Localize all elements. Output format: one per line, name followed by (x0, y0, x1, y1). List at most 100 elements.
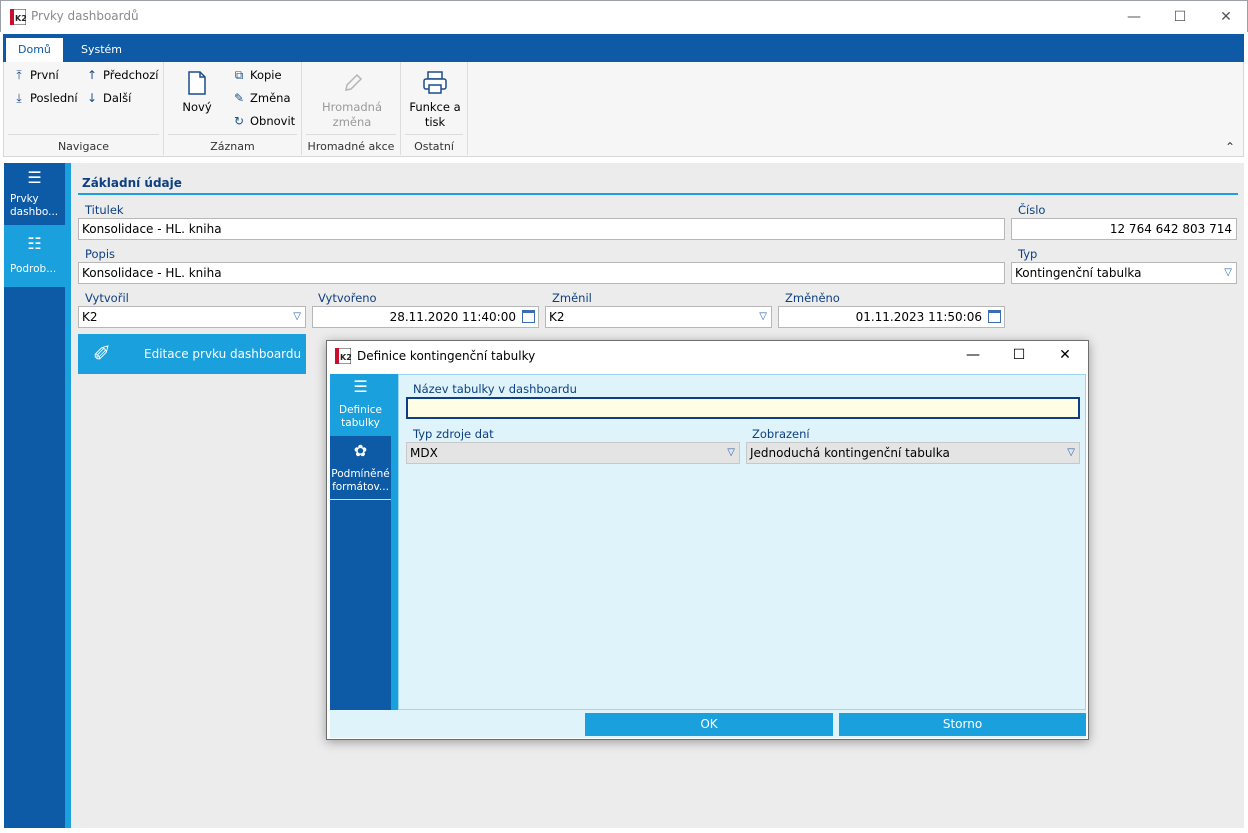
next-button[interactable]: ↓ Další (85, 91, 131, 105)
edit-dashboard-item-label: Editace prvku dashboardu (144, 347, 302, 361)
last-label: Poslední (30, 91, 78, 105)
calendar-icon[interactable] (988, 310, 1001, 323)
dialog-close-button[interactable]: ✕ (1042, 339, 1088, 371)
group-label-navigace: Navigace (57, 140, 110, 153)
vytvoril-value: K2 (82, 310, 98, 324)
group-label-ostatni: Ostatní (414, 140, 454, 153)
dialog-nav: ☰ Definice tabulky ✿ Podmíněné formátov.… (330, 374, 391, 710)
dropdown-chevron-icon[interactable]: ▽ (1067, 443, 1075, 463)
nazev-input[interactable] (406, 397, 1080, 419)
left-nav: ☰ Prvky dashbo... ☷ Podrob... (4, 163, 65, 828)
minimize-button[interactable]: — (1111, 1, 1157, 33)
arrow-down-icon: ↓ (86, 91, 98, 105)
dropdown-chevron-icon[interactable]: ▽ (293, 307, 301, 327)
bulk-edit-button[interactable]: Hromadná změna (310, 70, 394, 130)
dialog-content: Název tabulky v dashboardu Typ zdroje da… (398, 374, 1086, 710)
popis-field[interactable]: Konsolidace - HL. kniha (78, 262, 1005, 284)
typ-label: Typ (1018, 247, 1038, 261)
close-button[interactable]: ✕ (1203, 1, 1248, 33)
refresh-icon: ↻ (233, 114, 245, 128)
copy-label: Kopie (250, 68, 282, 82)
zobrazeni-label: Zobrazení (752, 427, 810, 441)
list-icon: ☷ (27, 234, 42, 253)
arrow-first-icon: ⤒ (16, 67, 22, 82)
typ-select[interactable]: Kontingenční tabulka ▽ (1011, 262, 1237, 284)
svg-text:K2: K2 (15, 14, 26, 23)
copy-icon: ⧉ (234, 67, 244, 82)
list-icon: ☰ (353, 377, 368, 396)
copy-button[interactable]: ⧉ Kopie (232, 67, 282, 83)
zmeneno-field[interactable]: 01.11.2023 11:50:06 (778, 306, 1005, 328)
section-underline (78, 193, 1238, 195)
typ-zdroje-label: Typ zdroje dat (413, 427, 494, 441)
svg-text:K2: K2 (340, 353, 351, 362)
tab-system[interactable]: Systém (69, 38, 134, 62)
print-button[interactable]: Funkce a tisk (405, 70, 465, 130)
storno-button[interactable]: Storno (839, 713, 1086, 736)
arrow-last-icon: ⤓ (16, 90, 22, 105)
zmeneno-value: 01.11.2023 11:50:06 (855, 310, 982, 324)
cislo-label: Číslo (1018, 203, 1046, 217)
typ-zdroje-select[interactable]: MDX ▽ (406, 442, 740, 464)
edit-button[interactable]: ✎ Změna (232, 91, 291, 105)
calendar-icon[interactable] (522, 310, 535, 323)
last-button[interactable]: ⤓ Poslední (12, 90, 78, 106)
group-separator (8, 134, 159, 135)
dropdown-chevron-icon[interactable]: ▽ (727, 443, 735, 463)
dialog-titlebar: K2 Definice kontingenční tabulky — ☐ ✕ (327, 341, 1088, 371)
previous-button[interactable]: ↑ Předchozí (85, 68, 159, 82)
refresh-button[interactable]: ↻ Obnovit (232, 114, 295, 128)
zobrazeni-select[interactable]: Jednoduchá kontingenční tabulka ▽ (746, 442, 1080, 464)
pivot-definition-dialog: K2 Definice kontingenční tabulky — ☐ ✕ ☰… (326, 340, 1089, 740)
ribbon-tabbar: Domů Systém (3, 34, 1244, 62)
dialog-minimize-button[interactable]: — (950, 339, 996, 371)
nazev-label: Název tabulky v dashboardu (413, 382, 577, 396)
group-separator (168, 134, 297, 135)
new-button[interactable]: Nový (172, 70, 222, 115)
tab-domu[interactable]: Domů (6, 38, 63, 62)
bulk-edit-label-2: změna (332, 115, 372, 129)
zmenil-select[interactable]: K2 ▽ (545, 306, 772, 328)
nav-item-podrobnosti[interactable]: ☷ Podrob... (4, 225, 65, 287)
refresh-label: Obnovit (250, 114, 296, 128)
vytvoreno-value: 28.11.2020 11:40:00 (389, 310, 516, 324)
nav-label: Definice (339, 404, 382, 416)
dropdown-chevron-icon[interactable]: ▽ (1224, 263, 1232, 283)
ok-button[interactable]: OK (585, 713, 833, 736)
vytvoreno-label: Vytvořeno (318, 291, 377, 305)
edit-dashboard-item-button[interactable]: ✐ Editace prvku dashboardu (78, 334, 306, 374)
titulek-field[interactable]: Konsolidace - HL. kniha (78, 218, 1005, 240)
first-button[interactable]: ⤒ První (12, 67, 58, 83)
typ-value: Kontingenční tabulka (1015, 266, 1142, 280)
next-label: Další (103, 91, 132, 105)
group-navigace: ⤒ První ⤓ Poslední ↑ Předchozí ↓ Další Navig… (4, 62, 164, 155)
dialog-body: ☰ Definice tabulky ✿ Podmíněné formátov.… (330, 374, 1086, 738)
nav-item-definice-tabulky[interactable]: ☰ Definice tabulky (330, 374, 391, 436)
dialog-nav-divider (391, 374, 398, 710)
window-titlebar: K2 Prvky dashboardů — ☐ ✕ (0, 0, 1248, 32)
ribbon: ⤒ První ⤓ Poslední ↑ Předchozí ↓ Další Navig… (3, 62, 1244, 157)
print-label-1: Funkce a (409, 100, 461, 114)
cislo-field[interactable]: 12 764 642 803 714 (1011, 218, 1237, 240)
bulk-edit-label-1: Hromadná (321, 100, 383, 114)
dropdown-chevron-icon[interactable]: ▽ (759, 307, 767, 327)
vytvoril-select[interactable]: K2 ▽ (78, 306, 306, 328)
nav-label: Prvky (10, 193, 39, 205)
vytvoreno-field[interactable]: 28.11.2020 11:40:00 (312, 306, 539, 328)
arrow-up-icon: ↑ (86, 68, 98, 82)
dialog-title: Definice kontingenční tabulky (357, 349, 536, 363)
dialog-maximize-button[interactable]: ☐ (996, 339, 1042, 371)
section-title: Základní údaje (82, 176, 182, 190)
maximize-button[interactable]: ☐ (1157, 1, 1203, 33)
edit-label: Změna (250, 91, 291, 105)
nav-item-prvky[interactable]: ☰ Prvky dashbo... (4, 163, 65, 225)
collapse-ribbon-chevron-icon[interactable]: ⌃ (1225, 140, 1235, 154)
nav-label: formátov... (332, 481, 389, 493)
window-title: Prvky dashboardů (31, 9, 139, 23)
zmenil-value: K2 (549, 310, 565, 324)
pencil-disabled-icon (345, 73, 363, 91)
titulek-label: Titulek (85, 203, 124, 217)
group-label-hromadne: Hromadné akce (307, 140, 395, 153)
nav-item-podminene-formatovani[interactable]: ✿ Podmíněné formátov... (330, 436, 391, 500)
print-label-2: tisk (424, 115, 446, 129)
